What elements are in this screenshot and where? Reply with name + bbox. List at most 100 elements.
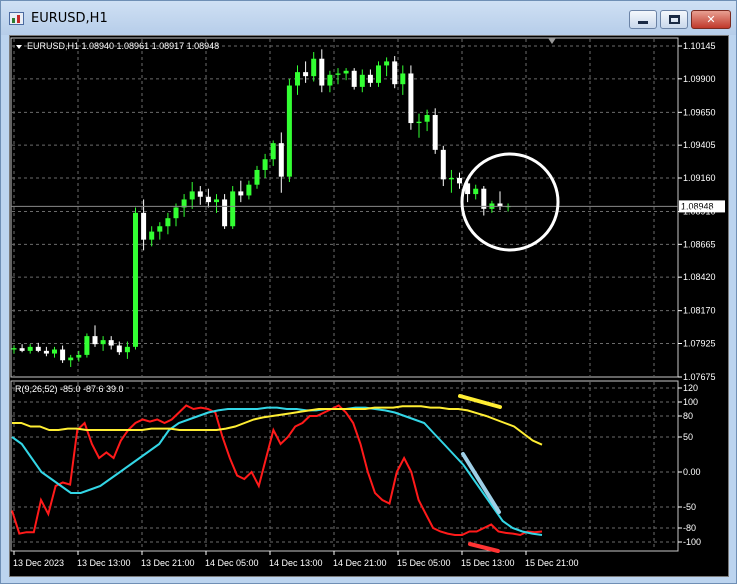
candle-body <box>335 73 341 75</box>
time-tick-label: 15 Dec 21:00 <box>525 558 579 568</box>
candle-body <box>197 191 203 197</box>
minimize-button[interactable] <box>629 10 657 29</box>
price-tick-label: 1.09160 <box>683 173 716 183</box>
candle-body <box>481 188 487 209</box>
candle-body <box>189 191 195 200</box>
time-tick-label: 13 Dec 2023 <box>13 558 64 568</box>
candle-body <box>367 74 373 83</box>
price-tick-label: 1.08170 <box>683 306 716 316</box>
candle-body <box>246 184 252 196</box>
chart-window: EURUSD,H1 ✕ 1.08948 1.10145 1.09900 1.0965… <box>0 0 737 584</box>
price-tick-label: 1.08420 <box>683 272 716 282</box>
maximize-icon <box>668 15 680 24</box>
time-tick-label: 15 Dec 13:00 <box>461 558 515 568</box>
indicator-tick-label: -80 <box>683 523 696 533</box>
candle-body <box>100 340 106 345</box>
title-bar[interactable]: EURUSD,H1 ✕ <box>1 1 736 35</box>
candle-body <box>376 65 381 83</box>
candle-body <box>262 159 268 170</box>
candle-body <box>43 350 49 354</box>
time-tick-label: 14 Dec 05:00 <box>205 558 259 568</box>
candle-body <box>424 115 430 122</box>
candle-body <box>222 199 228 227</box>
candle-body <box>448 177 454 180</box>
candle-body <box>68 357 74 361</box>
candle-body <box>359 74 365 87</box>
candle-body <box>157 226 163 232</box>
candle-body <box>108 340 114 346</box>
chart-area[interactable]: 1.08948 1.10145 1.09900 1.09650 1.09405 1.09… <box>9 35 729 577</box>
candle-body <box>19 348 25 351</box>
price-tick-label: 1.07675 <box>683 372 716 382</box>
time-tick-label: 13 Dec 13:00 <box>77 558 131 568</box>
candle-body <box>343 70 349 74</box>
price-tick-label: 1.08910 <box>683 207 716 217</box>
candle-body <box>173 207 179 219</box>
maximize-button[interactable] <box>660 10 688 29</box>
close-button[interactable]: ✕ <box>691 10 731 29</box>
candle-body <box>327 74 333 86</box>
candle-body <box>141 212 147 240</box>
price-tick-label: 1.08665 <box>683 239 716 249</box>
candle-body <box>440 149 446 180</box>
candle-body <box>497 203 503 207</box>
indicator-tick-label: 80 <box>683 411 693 421</box>
price-tick-label: 1.10145 <box>683 41 716 51</box>
candle-body <box>416 121 422 124</box>
candle-body <box>205 196 211 203</box>
candle-body <box>214 199 219 203</box>
chart-app-icon <box>9 12 24 25</box>
candle-body <box>230 191 236 227</box>
indicator-tick-label: 50 <box>683 432 693 442</box>
time-tick-label: 15 Dec 05:00 <box>397 558 451 568</box>
candle-body <box>319 58 325 86</box>
close-icon: ✕ <box>706 13 716 26</box>
candle-body <box>400 73 406 85</box>
candle-body <box>392 61 398 85</box>
time-tick-label: 14 Dec 13:00 <box>269 558 323 568</box>
candle-body <box>116 345 122 353</box>
candle-body <box>11 348 17 350</box>
candle-body <box>286 85 292 177</box>
price-tick-label: 1.07925 <box>683 338 716 348</box>
candle-body <box>165 218 171 227</box>
candle-body <box>457 177 462 184</box>
candle-body <box>76 354 82 358</box>
candle-body <box>303 72 309 77</box>
indicator-tick-label: -100 <box>683 537 701 547</box>
price-tick-label: 1.09405 <box>683 140 716 150</box>
window-title: EURUSD,H1 <box>31 11 108 26</box>
price-tick-label: 1.09650 <box>683 107 716 117</box>
minimize-icon <box>638 21 648 24</box>
indicator-tick-label: 0.00 <box>683 467 701 477</box>
indicator-tick-label: 120 <box>683 383 698 393</box>
candle-body <box>432 115 438 150</box>
candle-body <box>84 336 90 355</box>
candle-body <box>238 191 244 196</box>
candle-body <box>149 231 155 240</box>
candle-body <box>124 346 130 353</box>
candle-body <box>92 336 98 345</box>
candle-body <box>278 143 284 177</box>
candle-body <box>473 188 479 195</box>
time-tick-label: 14 Dec 21:00 <box>333 558 387 568</box>
indicator-tick-label: -50 <box>683 502 696 512</box>
indicator-header: R(9,26,52) -85.0 -87.6 39.0 <box>15 384 124 394</box>
candle-body <box>408 73 414 124</box>
indicator-tick-label: 100 <box>683 397 698 407</box>
candle-body <box>351 70 357 87</box>
candle-body <box>60 349 66 361</box>
candle-body <box>52 349 57 354</box>
time-tick-label: 13 Dec 21:00 <box>141 558 195 568</box>
candle-body <box>270 143 276 160</box>
chart-canvas[interactable]: 1.08948 1.101451.099001.096501.094051.09… <box>10 36 728 576</box>
candle-body <box>254 169 260 185</box>
candle-body <box>133 212 138 347</box>
candle-body <box>295 72 300 86</box>
candle-body <box>35 346 41 351</box>
candle-body <box>384 61 390 66</box>
price-tick-label: 1.09900 <box>683 74 716 84</box>
candle-body <box>27 346 33 351</box>
main-chart-header: EURUSD,H1 1.08940 1.08961 1.08917 1.0894… <box>27 41 219 51</box>
chart-background <box>10 36 728 576</box>
